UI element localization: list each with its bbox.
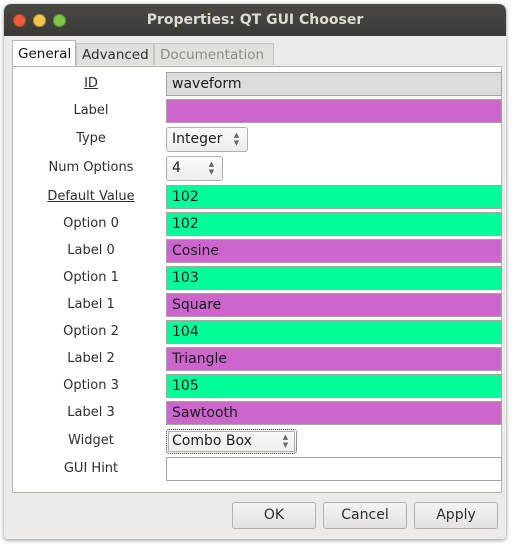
label-label: Label	[73, 103, 109, 118]
up-down-arrows-icon[interactable]: ▲ ▼	[232, 131, 241, 147]
label-1-label: Label 1	[67, 297, 115, 312]
type-label: Type	[76, 131, 106, 146]
option-0-field[interactable]: 102	[166, 212, 502, 236]
label-2-field[interactable]: Triangle	[166, 347, 502, 371]
row-option-2: Option 2 104	[13, 319, 502, 346]
tab-advanced[interactable]: Advanced	[76, 43, 154, 65]
row-label-3: Label 3 Sawtooth	[13, 400, 502, 427]
num-options-label: Num Options	[48, 160, 134, 175]
default-value-label: Default Value	[47, 189, 135, 204]
label-3-field[interactable]: Sawtooth	[166, 401, 502, 425]
row-label: Label	[13, 98, 502, 125]
window-title: Properties: QT GUI Chooser	[146, 12, 364, 28]
label-2-label: Label 2	[67, 351, 115, 366]
widget-label: Widget	[68, 433, 114, 448]
ok-button[interactable]: OK	[232, 502, 316, 529]
row-label-0: Label 0 Cosine	[13, 238, 502, 265]
properties-dialog: Properties: QT GUI Chooser Advanced Docu…	[4, 4, 506, 539]
up-down-arrows-icon[interactable]: ▲ ▼	[207, 160, 216, 176]
apply-button[interactable]: Apply	[414, 502, 498, 529]
widget-value: Combo Box	[172, 433, 252, 449]
row-label-2: Label 2 Triangle	[13, 346, 502, 373]
row-option-0: Option 0 102	[13, 211, 502, 238]
row-option-1: Option 1 103	[13, 265, 502, 292]
num-options-select[interactable]: 4 ▲ ▼	[166, 156, 223, 181]
type-value: Integer	[172, 131, 223, 147]
tab-documentation[interactable]: Documentation	[154, 43, 274, 65]
option-3-label: Option 3	[63, 378, 119, 393]
general-tab-panel: ID waveform Label Type Integer ▲ ▼ Num Op…	[12, 66, 502, 493]
widget-select[interactable]: Combo Box ▲ ▼	[166, 429, 297, 454]
num-options-value: 4	[172, 160, 181, 176]
tab-general[interactable]: General	[12, 40, 76, 67]
row-gui-hint: GUI Hint	[13, 456, 502, 483]
label-3-label: Label 3	[67, 405, 115, 420]
up-down-arrows-icon[interactable]: ▲ ▼	[281, 433, 290, 449]
id-label: ID	[84, 76, 98, 91]
option-3-field[interactable]: 105	[166, 374, 502, 398]
cancel-button[interactable]: Cancel	[323, 502, 407, 529]
gui-hint-label: GUI Hint	[63, 461, 119, 476]
row-widget: Widget Combo Box ▲ ▼	[13, 428, 501, 455]
id-field[interactable]: waveform	[166, 72, 502, 96]
row-type: Type Integer ▲ ▼	[13, 126, 501, 153]
label-0-field[interactable]: Cosine	[166, 239, 502, 263]
default-value-field[interactable]: 102	[166, 185, 502, 209]
label-1-field[interactable]: Square	[166, 293, 502, 317]
row-default-value: Default Value 102	[13, 184, 502, 211]
option-1-label: Option 1	[63, 270, 119, 285]
row-label-1: Label 1 Square	[13, 292, 502, 319]
row-num-options: Num Options 4 ▲ ▼	[13, 155, 501, 182]
option-0-label: Option 0	[63, 216, 119, 231]
row-option-3: Option 3 105	[13, 373, 502, 400]
gui-hint-field[interactable]	[166, 457, 502, 481]
tab-bar: Advanced Documentation General	[8, 40, 502, 67]
title-bar[interactable]: Properties: QT GUI Chooser	[4, 4, 506, 36]
option-2-label: Option 2	[63, 324, 119, 339]
option-2-field[interactable]: 104	[166, 320, 502, 344]
row-id: ID waveform	[13, 71, 502, 98]
label-field[interactable]	[166, 99, 502, 123]
label-0-label: Label 0	[67, 243, 115, 258]
type-select[interactable]: Integer ▲ ▼	[166, 127, 248, 152]
option-1-field[interactable]: 103	[166, 266, 502, 290]
